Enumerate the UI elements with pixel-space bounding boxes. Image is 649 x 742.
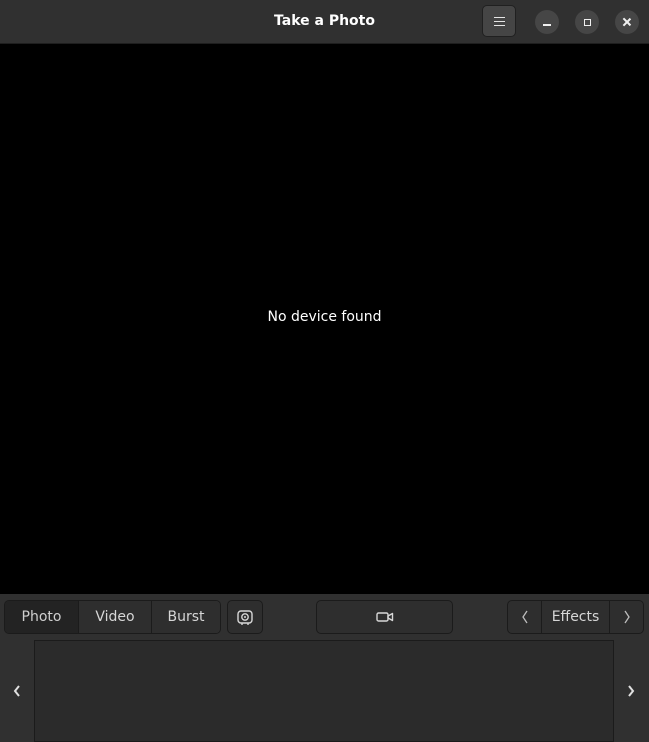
video-mode-button[interactable]: Video (79, 601, 152, 633)
no-device-message: No device found (267, 309, 382, 325)
close-icon (622, 17, 632, 27)
fullscreen-button[interactable] (227, 600, 263, 634)
maximize-button[interactable] (575, 10, 599, 34)
effects-switcher: Effects (507, 600, 644, 634)
minimize-button[interactable] (535, 10, 559, 34)
cheese-icon (237, 610, 253, 625)
chevron-left-icon (13, 685, 20, 697)
camera-viewport: No device found (0, 44, 649, 594)
photo-mode-button[interactable]: Photo (5, 601, 79, 633)
close-button[interactable] (615, 10, 639, 34)
effects-button[interactable]: Effects (542, 601, 609, 633)
thumbnail-strip (0, 640, 649, 742)
cheese-window: Take a Photo No device found Photo Video… (0, 0, 649, 742)
burst-mode-button[interactable]: Burst (152, 601, 220, 633)
record-video-button[interactable] (316, 600, 453, 634)
video-camera-icon (375, 612, 393, 622)
chevron-right-icon (623, 610, 630, 624)
thumbnails-next-button[interactable] (614, 640, 648, 742)
minimize-icon (543, 24, 551, 26)
thumbnail-view[interactable] (34, 640, 614, 742)
maximize-icon (583, 18, 591, 26)
main-menu-button[interactable] (482, 5, 516, 37)
chevron-right-icon (628, 685, 635, 697)
hamburger-icon (493, 16, 505, 26)
bottom-toolbar: Photo Video Burst Effects (0, 594, 649, 640)
effects-prev-button[interactable] (508, 601, 542, 633)
effects-next-button[interactable] (609, 601, 643, 633)
header-bar: Take a Photo (0, 0, 649, 44)
chevron-left-icon (521, 610, 528, 624)
mode-switcher: Photo Video Burst (4, 600, 221, 634)
thumbnails-prev-button[interactable] (0, 640, 34, 742)
